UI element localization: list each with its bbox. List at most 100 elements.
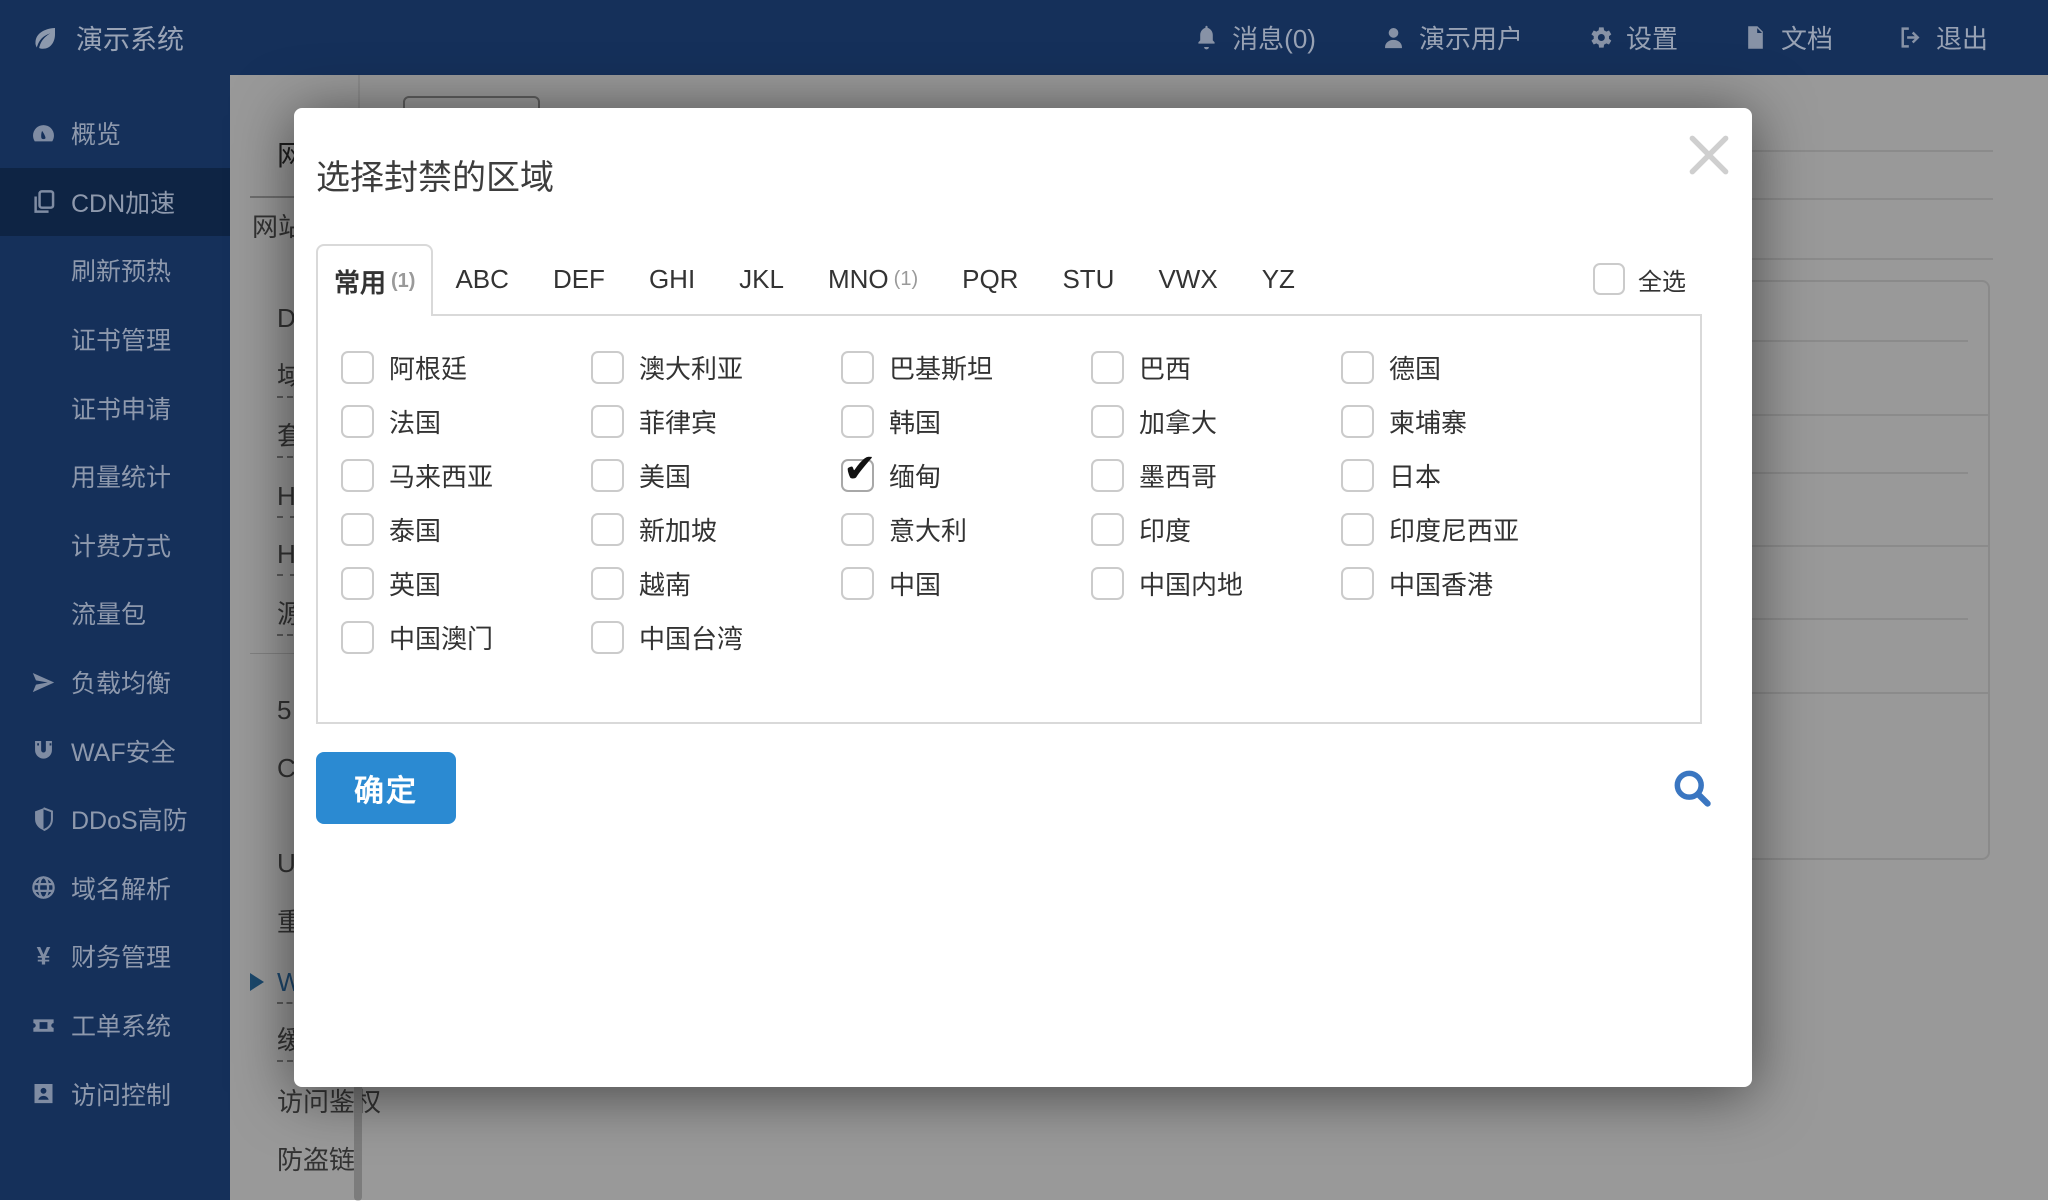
region-tab[interactable]: 常用(1) xyxy=(316,244,433,316)
country-checkbox-item[interactable]: 加拿大 xyxy=(1091,394,1341,448)
checkbox-icon[interactable] xyxy=(1341,459,1374,492)
country-checkbox-item[interactable]: 中国澳门 xyxy=(341,610,591,664)
country-label: 韩国 xyxy=(889,403,941,440)
sidebar-item[interactable]: WAF安全 xyxy=(0,716,230,785)
region-tab[interactable]: PQR xyxy=(940,244,1040,314)
country-checkbox-item[interactable]: 中国 xyxy=(841,556,1091,610)
sidebar-item[interactable]: CDN加速 xyxy=(0,168,230,237)
topbar-item[interactable]: 文档 xyxy=(1742,19,1833,56)
checkbox-icon[interactable] xyxy=(591,351,624,384)
checkbox-icon[interactable] xyxy=(1593,263,1625,295)
checkbox-icon[interactable] xyxy=(591,405,624,438)
country-checkbox-item[interactable]: 意大利 xyxy=(841,502,1091,556)
select-all-checkbox[interactable]: 全选 xyxy=(1593,244,1686,314)
country-checkbox-item[interactable]: 日本 xyxy=(1341,448,1591,502)
checkbox-icon[interactable] xyxy=(1341,567,1374,600)
checkbox-icon[interactable] xyxy=(841,567,874,600)
country-checkbox-item[interactable]: 中国内地 xyxy=(1091,556,1341,610)
idcard-icon xyxy=(30,1080,57,1107)
sidebar-item[interactable]: ¥财务管理 xyxy=(0,922,230,991)
search-icon[interactable] xyxy=(1670,766,1714,810)
country-checkbox-item[interactable]: 美国 xyxy=(591,448,841,502)
checkbox-icon[interactable] xyxy=(1091,513,1124,546)
checkbox-icon[interactable] xyxy=(591,621,624,654)
country-checkbox-item[interactable]: 法国 xyxy=(341,394,591,448)
checkbox-icon[interactable] xyxy=(1341,513,1374,546)
sidebar-subitem[interactable]: 计费方式 xyxy=(0,511,230,580)
checkbox-icon[interactable] xyxy=(841,513,874,546)
country-checkbox-item[interactable]: 德国 xyxy=(1341,340,1591,394)
region-tab[interactable]: GHI xyxy=(627,244,717,314)
sidebar-subitem-label: 用量统计 xyxy=(71,458,171,494)
sidebar-item[interactable]: 访问控制 xyxy=(0,1059,230,1128)
country-checkbox-item[interactable]: 巴基斯坦 xyxy=(841,340,1091,394)
country-label: 印度尼西亚 xyxy=(1389,511,1519,548)
country-checkbox-item[interactable]: 韩国 xyxy=(841,394,1091,448)
checkbox-icon[interactable] xyxy=(591,567,624,600)
region-tab-label: DEF xyxy=(553,264,605,295)
topbar-item[interactable]: 消息(0) xyxy=(1193,19,1316,56)
country-checkbox-item[interactable]: 新加坡 xyxy=(591,502,841,556)
checkbox-icon[interactable] xyxy=(1341,351,1374,384)
region-tab[interactable]: ABC xyxy=(433,244,530,314)
checkbox-checked-icon[interactable]: ✔ xyxy=(841,459,874,492)
country-checkbox-item[interactable]: 墨西哥 xyxy=(1091,448,1341,502)
sidebar-item[interactable]: 概览 xyxy=(0,99,230,168)
checkbox-icon[interactable] xyxy=(341,621,374,654)
country-checkbox-item[interactable]: 泰国 xyxy=(341,502,591,556)
sidebar-subitem[interactable]: 用量统计 xyxy=(0,442,230,511)
checkbox-icon[interactable] xyxy=(341,513,374,546)
checkbox-icon[interactable] xyxy=(1091,351,1124,384)
sidebar-item[interactable]: DDoS高防 xyxy=(0,785,230,854)
close-icon[interactable] xyxy=(1684,130,1734,180)
checkbox-icon[interactable] xyxy=(341,459,374,492)
checkbox-icon[interactable] xyxy=(341,405,374,438)
sidebar-subitem[interactable]: 流量包 xyxy=(0,579,230,648)
region-tab[interactable]: STU xyxy=(1040,244,1136,314)
checkbox-icon[interactable] xyxy=(341,567,374,600)
region-tab[interactable]: JKL xyxy=(717,244,806,314)
checkbox-icon[interactable] xyxy=(1091,405,1124,438)
sidebar-item[interactable]: 域名解析 xyxy=(0,854,230,923)
checkbox-icon[interactable] xyxy=(1091,459,1124,492)
sidebar-item[interactable]: 工单系统 xyxy=(0,991,230,1060)
country-checkbox-item[interactable]: 英国 xyxy=(341,556,591,610)
topbar-menu: 消息(0) 演示用户 设置 文档 退出 xyxy=(1193,19,2048,56)
country-checkbox-item[interactable]: 菲律宾 xyxy=(591,394,841,448)
checkbox-icon[interactable] xyxy=(841,405,874,438)
checkbox-icon[interactable] xyxy=(1341,405,1374,438)
checkbox-icon[interactable] xyxy=(591,459,624,492)
region-tab[interactable]: DEF xyxy=(531,244,627,314)
checkbox-icon[interactable] xyxy=(341,351,374,384)
country-grid: 阿根廷澳大利亚巴基斯坦巴西德国法国菲律宾 韩国 加拿大柬埔寨马来西亚 美国✔缅甸墨西哥… xyxy=(316,316,1702,724)
country-checkbox-item[interactable]: 澳大利亚 xyxy=(591,340,841,394)
checkbox-icon[interactable] xyxy=(841,351,874,384)
country-checkbox-item[interactable]: 中国香港 xyxy=(1341,556,1591,610)
topbar-item[interactable]: 演示用户 xyxy=(1380,19,1523,56)
confirm-button[interactable]: 确定 xyxy=(316,752,456,824)
country-checkbox-item[interactable]: 印度尼西亚 xyxy=(1341,502,1591,556)
sidebar-item-label: WAF安全 xyxy=(71,733,176,769)
country-checkbox-item[interactable]: 印度 xyxy=(1091,502,1341,556)
sidebar-subitem[interactable]: 证书申请 xyxy=(0,373,230,442)
topbar-item[interactable]: 设置 xyxy=(1587,19,1678,56)
leaf-icon xyxy=(30,23,60,53)
brand[interactable]: 演示系统 xyxy=(0,18,184,57)
checkbox-icon[interactable] xyxy=(1091,567,1124,600)
country-checkbox-item[interactable]: 中国台湾 xyxy=(591,610,841,664)
country-checkbox-item[interactable]: 阿根廷 xyxy=(341,340,591,394)
region-tab[interactable]: MNO(1) xyxy=(806,244,940,314)
country-checkbox-item[interactable]: 越南 xyxy=(591,556,841,610)
country-checkbox-item[interactable]: ✔缅甸 xyxy=(841,448,1091,502)
region-tab[interactable]: VWX xyxy=(1136,244,1239,314)
country-checkbox-item[interactable]: 马来西亚 xyxy=(341,448,591,502)
checkbox-icon[interactable] xyxy=(591,513,624,546)
sidebar-item[interactable]: 负载均衡 xyxy=(0,648,230,717)
country-checkbox-item[interactable]: 巴西 xyxy=(1091,340,1341,394)
country-label: 马来西亚 xyxy=(389,457,493,494)
topbar-item[interactable]: 退出 xyxy=(1897,19,1988,56)
sidebar-subitem[interactable]: 刷新预热 xyxy=(0,236,230,305)
region-tab[interactable]: YZ xyxy=(1240,244,1317,314)
country-checkbox-item[interactable]: 柬埔寨 xyxy=(1341,394,1591,448)
sidebar-subitem[interactable]: 证书管理 xyxy=(0,305,230,374)
